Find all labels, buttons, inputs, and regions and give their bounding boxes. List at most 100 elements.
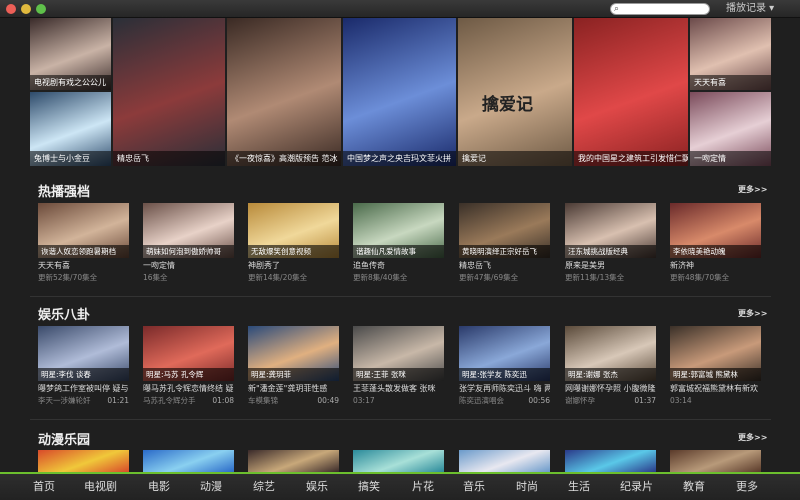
thumbnail-caption: 诙谐人奴恋领跑暑期档: [38, 245, 129, 258]
nav-item[interactable]: 更多: [736, 480, 758, 494]
search-input[interactable]: ⌕: [610, 3, 710, 15]
nav-item[interactable]: 纪录片: [620, 480, 653, 494]
thumbnail-caption: 谐趣仙凡爱情故事: [353, 245, 444, 258]
featured-caption: 精忠岳飞: [113, 151, 225, 166]
nav-item[interactable]: 动漫: [200, 480, 222, 494]
section-divider: [30, 296, 771, 297]
thumbnail-caption: 萌妹如何泡到傲娇帅哥: [143, 245, 234, 258]
thumbnail-caption: 汪东城挑战版经典: [565, 245, 656, 258]
video-duration: 00:49: [317, 396, 339, 405]
thumbnail-caption: 明星:马苏 孔令辉: [143, 368, 234, 381]
thumbnail-caption: 明星:郭富城 熊黛林: [670, 368, 761, 381]
video-subtitle: 更新47集/69集全: [459, 273, 519, 282]
featured-caption: 中国梦之声之央吉玛文菲火拼: [343, 151, 456, 166]
video-thumbnail[interactable]: 明星:龚玥菲: [248, 326, 339, 381]
video-thumbnail[interactable]: [670, 450, 761, 472]
featured-tile[interactable]: 中国梦之声之央吉玛文菲火拼: [343, 18, 456, 166]
video-thumbnail[interactable]: [565, 450, 656, 472]
video-subtitle: 03:14: [670, 396, 692, 405]
video-thumbnail[interactable]: 明星:马苏 孔令辉: [143, 326, 234, 381]
thumbnail-caption: 明星:李伐 谈春: [38, 368, 129, 381]
bottom-category-nav: 首页 电视剧 电影 动漫 综艺 娱乐 搞笑 片花 音乐 时尚 生活 纪录片 教育 更多: [0, 472, 800, 500]
featured-caption: 一吻定情: [690, 151, 771, 166]
featured-tile[interactable]: 《一夜惊喜》高潮版预告 范冰: [227, 18, 341, 166]
video-thumbnail[interactable]: 汪东城挑战版经典: [565, 203, 656, 258]
featured-caption: 我的中国星之建筑工引发惜仁飘: [574, 151, 688, 166]
video-thumbnail[interactable]: 明星:谢娜 张杰: [565, 326, 656, 381]
close-window-button[interactable]: [6, 4, 16, 14]
video-thumbnail[interactable]: 黄晓明演绎正宗好岳飞: [459, 203, 550, 258]
nav-item[interactable]: 电视剧: [84, 480, 117, 494]
video-subtitle: 更新14集/20集全: [248, 273, 308, 282]
video-thumbnail[interactable]: 明星:张学友 陈奕迅: [459, 326, 550, 381]
nav-item[interactable]: 搞笑: [358, 480, 380, 494]
featured-caption: 兔博士与小金豆: [30, 151, 111, 166]
nav-item[interactable]: 首页: [33, 480, 55, 494]
nav-item[interactable]: 娱乐: [306, 480, 328, 494]
video-title[interactable]: 网曝谢娜怀孕照 小腹微隆: [565, 383, 656, 394]
video-title[interactable]: 曝梦鸽工作室被叫停 疑与: [38, 383, 129, 394]
video-thumbnail[interactable]: 李依晓美艳动魄: [670, 203, 761, 258]
video-duration: 01:08: [212, 396, 234, 405]
featured-tile[interactable]: 擒爱记 擒爱记: [458, 18, 572, 166]
thumbnail-caption: 明星:龚玥菲: [248, 368, 339, 381]
more-link-anime[interactable]: 更多>>: [738, 432, 767, 443]
window-titlebar: ⌕ 播放记录 ▾: [0, 0, 800, 18]
video-title[interactable]: 一吻定情: [143, 260, 234, 271]
video-title[interactable]: 新"潘金莲"龚玥菲性感: [248, 383, 339, 394]
featured-caption: 擒爱记: [458, 151, 572, 166]
video-thumbnail[interactable]: [459, 450, 550, 472]
nav-item[interactable]: 电影: [148, 480, 170, 494]
video-subtitle: 谢娜怀孕: [565, 396, 595, 405]
featured-tile[interactable]: 天天有喜: [690, 18, 771, 90]
video-thumbnail[interactable]: 无敌爆笑创意视频: [248, 203, 339, 258]
section-divider: [30, 419, 771, 420]
featured-tile[interactable]: 一吻定情: [690, 92, 771, 166]
video-thumbnail[interactable]: 明星:郭富城 熊黛林: [670, 326, 761, 381]
more-link-hot[interactable]: 更多>>: [738, 184, 767, 195]
video-title[interactable]: 天天有喜: [38, 260, 129, 271]
minimize-window-button[interactable]: [21, 4, 31, 14]
nav-item[interactable]: 音乐: [463, 480, 485, 494]
thumbnail-caption: 李依晓美艳动魄: [670, 245, 761, 258]
video-title[interactable]: 王菲蓬头散发做客 张咪: [353, 383, 444, 394]
video-thumbnail[interactable]: [248, 450, 339, 472]
featured-tile[interactable]: 精忠岳飞: [113, 18, 225, 166]
video-subtitle: 03:17: [353, 396, 375, 405]
video-thumbnail[interactable]: [353, 450, 444, 472]
video-thumbnail[interactable]: [143, 450, 234, 472]
video-thumbnail[interactable]: 谐趣仙凡爱情故事: [353, 203, 444, 258]
nav-item[interactable]: 综艺: [253, 480, 275, 494]
video-thumbnail[interactable]: 诙谐人奴恋领跑暑期档: [38, 203, 129, 258]
video-subtitle: 马苏孔令辉分手: [143, 396, 196, 405]
featured-caption: 天天有喜: [690, 75, 771, 90]
zoom-window-button[interactable]: [36, 4, 46, 14]
nav-item[interactable]: 时尚: [516, 480, 538, 494]
video-title[interactable]: 新济神: [670, 260, 761, 271]
more-link-entertainment[interactable]: 更多>>: [738, 308, 767, 319]
video-title[interactable]: 原来是美男: [565, 260, 656, 271]
video-subtitle: 车模集锦: [248, 396, 278, 405]
video-title[interactable]: 追鱼传奇: [353, 260, 444, 271]
video-thumbnail[interactable]: [38, 450, 129, 472]
video-title[interactable]: 曝马苏孔令辉恋情终结 疑: [143, 383, 234, 394]
video-subtitle: 更新52集/70集全: [38, 273, 98, 282]
featured-tile[interactable]: 兔博士与小金豆: [30, 92, 111, 166]
video-subtitle: 更新48集/70集全: [670, 273, 730, 282]
thumbnail-caption: 明星:张学友 陈奕迅: [459, 368, 550, 381]
video-thumbnail[interactable]: 明星:李伐 谈春: [38, 326, 129, 381]
nav-item[interactable]: 教育: [683, 480, 705, 494]
play-history-dropdown[interactable]: 播放记录 ▾: [726, 3, 774, 15]
nav-item[interactable]: 片花: [412, 480, 434, 494]
featured-title-art: 擒爱记: [482, 95, 533, 115]
video-title[interactable]: 张学友再师陈奕迅斗 嗨 两: [459, 383, 550, 394]
video-thumbnail[interactable]: 明星:王菲 张咪: [353, 326, 444, 381]
video-title[interactable]: 郭富城祝福熊黛林有新欢: [670, 383, 761, 394]
nav-item[interactable]: 生活: [568, 480, 590, 494]
video-thumbnail[interactable]: 萌妹如何泡到傲娇帅哥: [143, 203, 234, 258]
thumbnail-caption: 无敌爆笑创意视频: [248, 245, 339, 258]
featured-tile[interactable]: 电视剧有戏之公公儿: [30, 18, 111, 90]
featured-tile[interactable]: 我的中国星之建筑工引发惜仁飘: [574, 18, 688, 166]
video-title[interactable]: 精忠岳飞: [459, 260, 550, 271]
video-title[interactable]: 神剧秀了: [248, 260, 339, 271]
